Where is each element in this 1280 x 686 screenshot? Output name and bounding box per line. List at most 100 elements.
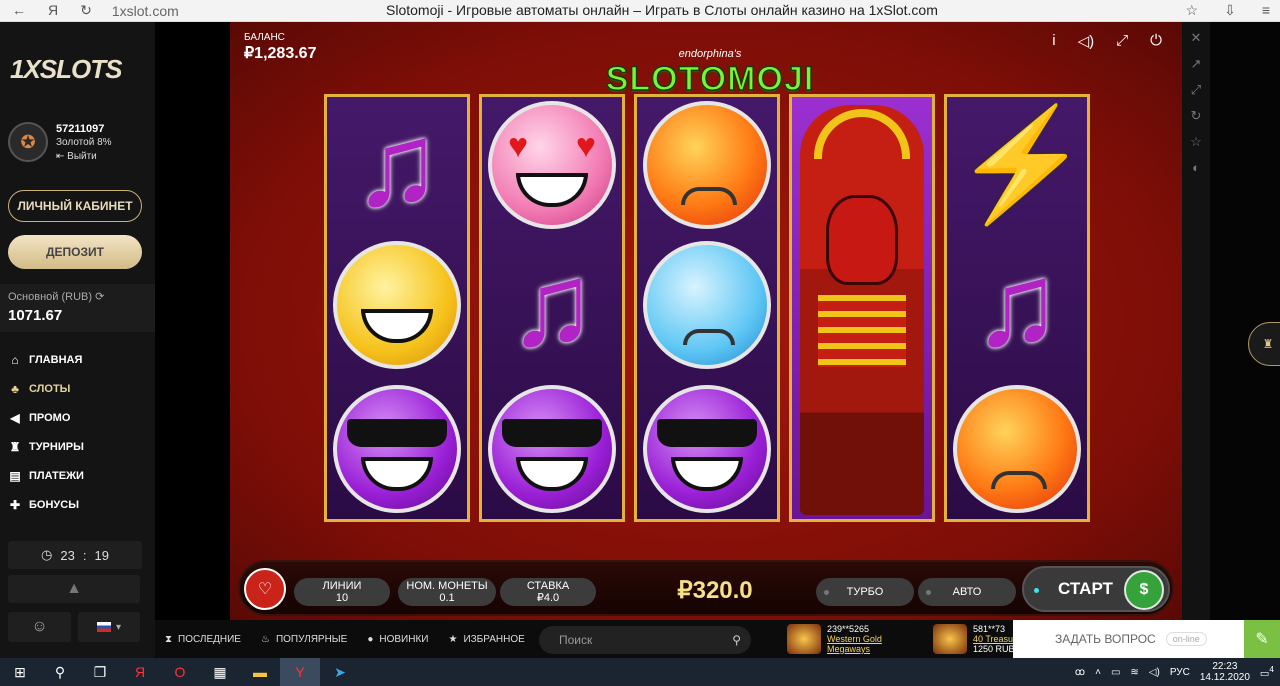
search-input[interactable]: Поиск ⚲ xyxy=(539,626,751,654)
cabinet-button[interactable]: ЛИЧНЫЙ КАБИНЕТ xyxy=(8,190,142,222)
search-icon[interactable]: ⚲ xyxy=(40,658,80,686)
sidebar-menu: ⌂ ГЛАВНАЯ ♣ СЛОТЫ ◀ ПРОМО ♜ ТУРНИРЫ ▤ ПЛАТЕЖИ… xyxy=(8,345,84,519)
user-tray-icon[interactable]: ꝏ xyxy=(1075,667,1085,678)
bet-label: СТАВКА xyxy=(526,580,570,592)
coin-label: НОМ. МОНЕТЫ xyxy=(406,580,488,592)
cards-icon: ♡ xyxy=(257,581,273,598)
star-icon[interactable]: ☆ xyxy=(1186,134,1206,152)
language-indicator[interactable]: РУС xyxy=(1170,667,1190,678)
browser-nav: ← Я ↻ xyxy=(0,2,92,19)
volume-icon[interactable]: ◁) xyxy=(1149,667,1160,678)
clock: ◷ 23 : 19 xyxy=(8,541,142,569)
menu-icon[interactable]: ≡ xyxy=(1262,2,1270,19)
start-button[interactable]: СТАРТ $ xyxy=(1022,566,1170,612)
money-icon: $ xyxy=(1124,570,1164,610)
folder-icon[interactable]: ▬ xyxy=(240,658,280,686)
winner-id: 239**5265 xyxy=(827,624,870,634)
game-balance-value: ₽1,283.67 xyxy=(244,45,317,62)
winner-game: 40 Treasu xyxy=(973,634,1014,644)
wifi-icon[interactable]: ≋ xyxy=(1130,667,1138,678)
task-view-icon[interactable]: ❐ xyxy=(80,658,120,686)
tab-popular[interactable]: ♨ ПОПУЛЯРНЫЕ xyxy=(251,634,357,645)
russia-flag-icon xyxy=(96,622,111,632)
refresh-icon[interactable]: ⟳ xyxy=(95,291,104,303)
notification-count: 4 xyxy=(1269,664,1274,675)
sidebar-item-slots[interactable]: ♣ СЛОТЫ xyxy=(8,374,84,403)
search-placeholder: Поиск xyxy=(559,633,593,647)
telegram-icon[interactable]: ➤ xyxy=(320,658,360,686)
game-logo: endorphina's SLOTOMOJI xyxy=(590,48,830,99)
sidebar-item-label: СЛОТЫ xyxy=(29,382,71,395)
account-button[interactable]: ☺ xyxy=(8,612,71,642)
new-icon: ● xyxy=(367,633,374,645)
game-top-controls: i ◁) ⤢ ⏻ xyxy=(1052,32,1162,50)
right-background xyxy=(1210,22,1280,620)
browser-toolbar: ← Я ↻ 1xslot.com Slotomoji - Игровые авт… xyxy=(0,0,1280,22)
yandex-icon[interactable]: Я xyxy=(48,2,58,19)
recent-winner-1[interactable]: 239**5265 Western Gold Megaways xyxy=(787,624,882,654)
reload-icon[interactable]: ↻ xyxy=(80,2,92,19)
toggle-dot-icon xyxy=(824,589,829,595)
clock-hours: 23 xyxy=(60,547,75,563)
auto-toggle[interactable]: АВТО xyxy=(918,578,1016,606)
chevron-down-icon: ▾ xyxy=(115,621,122,633)
power-icon[interactable]: ⏻ xyxy=(1150,32,1162,50)
sidebar-item-label: БОНУСЫ xyxy=(29,498,79,511)
yandex-browser-icon[interactable]: Y xyxy=(280,658,320,686)
system-tray: ꝏ ˄ ▭ ≋ ◁) РУС 22:23 14.12.2020 ▭4 xyxy=(1075,658,1274,686)
opera-icon[interactable]: O xyxy=(160,658,200,686)
paytable-button[interactable]: ♡ xyxy=(244,568,286,610)
hourglass-icon: ⧗ xyxy=(165,633,173,645)
toggle-icon[interactable]: ◐ xyxy=(1186,160,1206,178)
chevron-up-icon[interactable]: ˄ xyxy=(1095,667,1101,678)
logout-link[interactable]: ⇤ Выйти xyxy=(56,150,112,164)
deposit-button[interactable]: ДЕПОЗИТ xyxy=(8,235,142,269)
tab-recent[interactable]: ⧗ ПОСЛЕДНИЕ xyxy=(155,634,251,645)
bookmark-icon[interactable]: ☆ xyxy=(1186,2,1199,19)
tab-favorites[interactable]: ★ ИЗБРАННОЕ xyxy=(438,634,534,645)
address-bar[interactable]: 1xslot.com xyxy=(112,3,179,19)
page-title: Slotomoji - Игровые автоматы онлайн – Иг… xyxy=(386,2,938,18)
user-panel: ✪ 57211097 Золотой 8% ⇤ Выйти xyxy=(8,122,154,178)
sidebar-item-tournaments[interactable]: ♜ ТУРНИРЫ xyxy=(8,432,84,461)
balance-label: Основной (RUB) xyxy=(8,291,93,303)
info-icon[interactable]: i xyxy=(1052,32,1055,50)
sidebar-item-home[interactable]: ⌂ ГЛАВНАЯ xyxy=(8,345,84,374)
ask-question-widget[interactable]: ЗАДАТЬ ВОПРОС on-line ✎ xyxy=(1013,620,1280,658)
coin-value-control[interactable]: НОМ. МОНЕТЫ 0.1 xyxy=(398,578,496,606)
sound-icon[interactable]: ◁) xyxy=(1078,32,1095,50)
sidebar-item-bonuses[interactable]: ✚ БОНУСЫ xyxy=(8,490,84,519)
windows-start-icon[interactable]: ⊞ xyxy=(0,658,40,686)
bet-control[interactable]: СТАВКА ₽4.0 xyxy=(500,578,596,606)
language-select[interactable]: ▾ xyxy=(78,612,140,642)
wallet-icon: ▤ xyxy=(9,468,21,483)
site-logo[interactable]: 1XSLOTS xyxy=(10,54,122,85)
lines-control[interactable]: ЛИНИИ 10 xyxy=(294,578,390,606)
expand-icon[interactable]: ⤢ xyxy=(1186,82,1206,100)
notifications-icon[interactable]: ▭4 xyxy=(1260,664,1274,679)
reload-game-icon[interactable]: ↻ xyxy=(1186,108,1206,126)
reel-3 xyxy=(634,94,780,522)
start-label: СТАРТ xyxy=(1058,579,1113,598)
back-icon[interactable]: ← xyxy=(12,2,26,19)
tab-new[interactable]: ● НОВИНКИ xyxy=(357,634,438,645)
android-app-button[interactable]: ▲ xyxy=(8,575,140,603)
close-icon[interactable]: ✕ xyxy=(1186,30,1206,48)
game-balance-label: БАЛАНС xyxy=(244,32,285,43)
downloads-icon[interactable]: ⇩ xyxy=(1224,2,1236,19)
share-icon[interactable]: ↗ xyxy=(1186,56,1206,74)
turbo-toggle[interactable]: ТУРБО xyxy=(816,578,914,606)
total-bet: ₽320.0 xyxy=(677,577,753,604)
fullscreen-icon[interactable]: ⤢ xyxy=(1116,32,1128,50)
sidebar-item-label: ПЛАТЕЖИ xyxy=(29,469,84,482)
sidebar: 1XSLOTS ✪ 57211097 Золотой 8% ⇤ Выйти ЛИ… xyxy=(0,22,155,658)
sidebar-item-payments[interactable]: ▤ ПЛАТЕЖИ xyxy=(8,461,84,490)
balance-box: Основной (RUB) ⟳ 1071.67 xyxy=(0,284,155,332)
sidebar-item-promo[interactable]: ◀ ПРОМО xyxy=(8,403,84,432)
recent-winner-2[interactable]: 581**73 40 Treasu 1250 RUB xyxy=(933,624,1015,654)
taskbar-clock[interactable]: 22:23 14.12.2020 xyxy=(1200,661,1250,683)
game-thumbnail xyxy=(933,624,967,654)
network-icon[interactable]: ▭ xyxy=(1111,667,1120,678)
yandex-icon[interactable]: Я xyxy=(120,658,160,686)
calculator-icon[interactable]: ▦ xyxy=(200,658,240,686)
